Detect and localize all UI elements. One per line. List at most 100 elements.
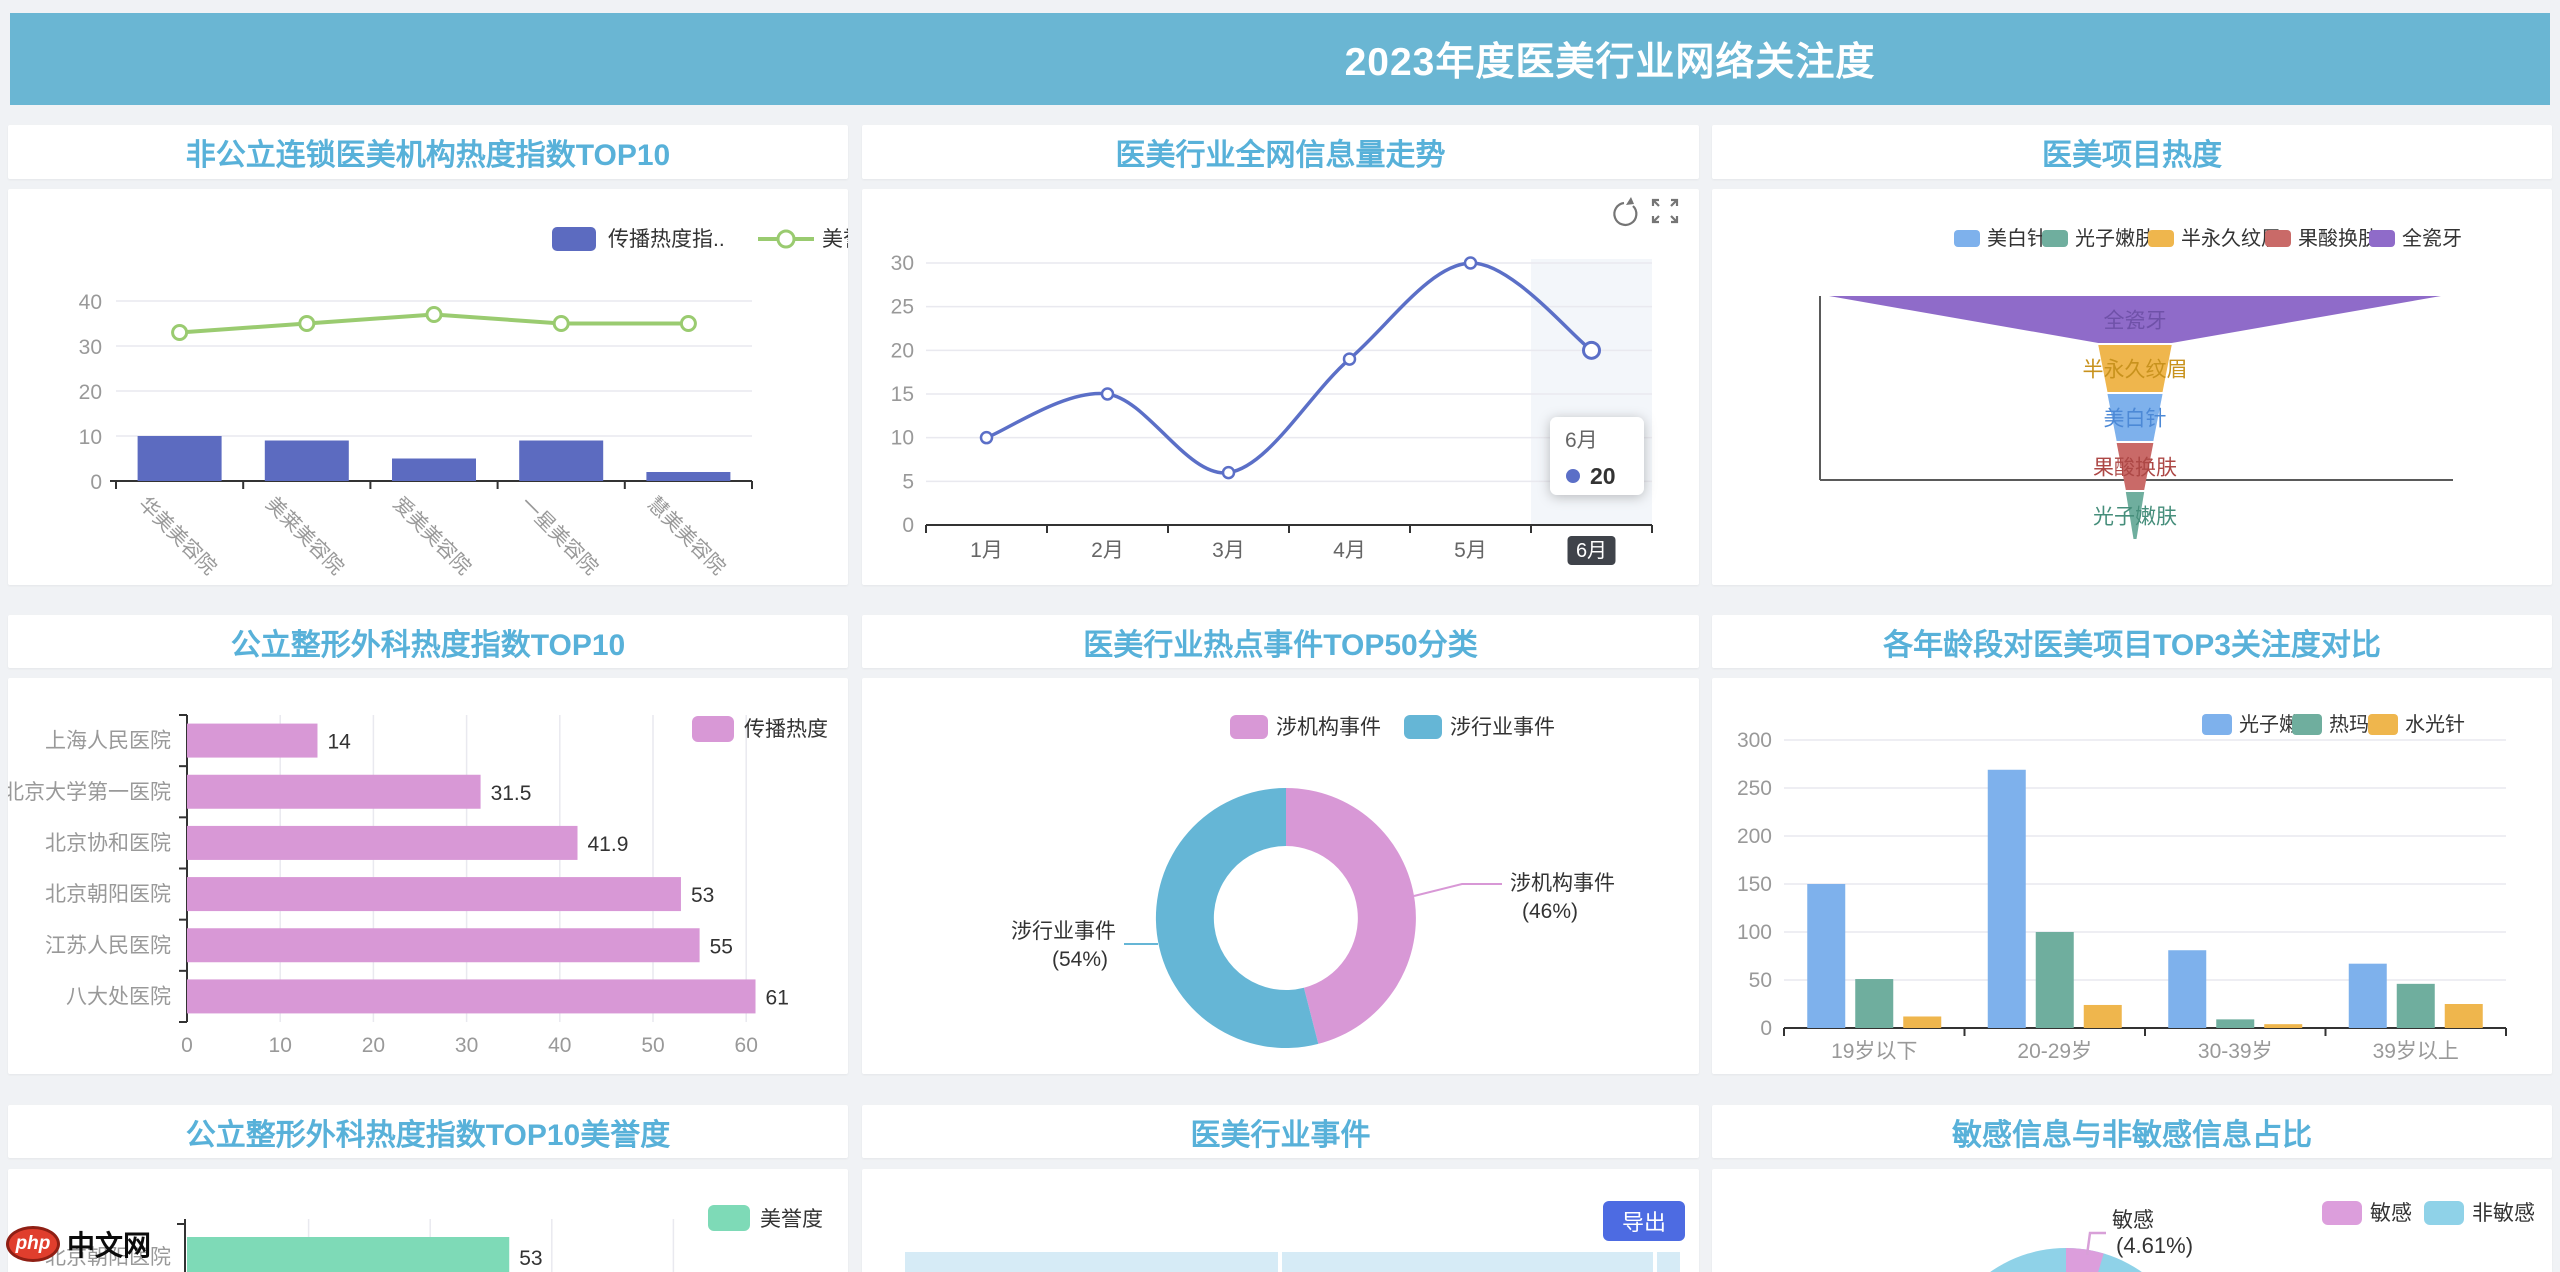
x-axis-label: 30-39岁: [2198, 1040, 2273, 1063]
x-axis-label: 3月: [1212, 539, 1245, 562]
panel-title-public-reputation: 公立整形外科热度指数TOP10美誉度: [8, 1105, 848, 1158]
legend-swatch: [2424, 1201, 2464, 1225]
x-axis-label: 一星美容院: [516, 492, 603, 579]
hot-events-donut-chart[interactable]: 涉机构事件(46%)涉行业事件(54%)涉机构事件涉行业事件: [862, 678, 1699, 1074]
bar-series[interactable]: [187, 724, 756, 1014]
panel-title-age-compare: 各年龄段对医美项目TOP3关注度对比: [1712, 615, 2552, 668]
panel-title-industry-events: 医美行业事件: [862, 1105, 1699, 1158]
bar[interactable]: [187, 1237, 509, 1272]
line-marker: [300, 317, 314, 331]
svg-text:15: 15: [891, 383, 914, 406]
svg-text:30: 30: [79, 336, 102, 359]
funnel-label: 美白针: [2104, 408, 2167, 431]
svg-text:美白针: 美白针: [1987, 227, 2047, 250]
svg-text:传播热度: 传播热度: [744, 718, 828, 741]
public-hospitals-chart-card[interactable]: 0102030405060上海人民医院14北京大学第一医院31.5北京协和医院4…: [8, 678, 848, 1074]
restore-icon[interactable]: [1614, 197, 1636, 225]
nonpublic-orgs-combo-chart[interactable]: 010203040华美美容院美莱美容院爱美美容院一星美容院慧美美容院传播热度指.…: [8, 189, 848, 585]
age-compare-chart-card[interactable]: 05010015020025030019岁以下20-29岁30-39岁39岁以上…: [1712, 678, 2552, 1074]
project-heat-funnel-chart[interactable]: 美白针光子嫩肤半永久纹眉果酸换肤全瓷牙全瓷牙半永久纹眉美白针果酸换肤光子嫩肤: [1712, 189, 2552, 585]
svg-text:20: 20: [79, 381, 102, 404]
svg-text:果酸换肤: 果酸换肤: [2298, 227, 2378, 250]
bar: [138, 436, 222, 481]
category-label: 八大处医院: [66, 985, 171, 1008]
svg-text:美誉度: 美誉度: [760, 1208, 823, 1231]
svg-text:50: 50: [1749, 969, 1772, 992]
bar-series[interactable]: [1807, 770, 2483, 1028]
svg-text:(4.61%): (4.61%): [2116, 1233, 2193, 1258]
panel-title-text: 敏感信息与非敏感信息占比: [1952, 1110, 2312, 1154]
legend-swatch: [2202, 714, 2232, 735]
pie-series[interactable]: [1156, 788, 1416, 1048]
bar: [2397, 984, 2435, 1028]
hot-events-chart-card[interactable]: 涉机构事件(46%)涉行业事件(54%)涉机构事件涉行业事件: [862, 678, 1699, 1074]
info-trend-chart-card[interactable]: 0510152025301月2月3月4月5月6月6月20: [862, 189, 1699, 585]
public-hospitals-hbar-chart[interactable]: 0102030405060上海人民医院14北京大学第一医院31.5北京协和医院4…: [8, 678, 848, 1074]
category-label: 江苏人民医院: [45, 934, 171, 957]
bar: [2264, 1024, 2302, 1028]
x-axis-label: 39岁以上: [2373, 1040, 2459, 1063]
sensitive-ratio-chart-card[interactable]: 敏感(4.61%)敏感非敏感: [1712, 1169, 2552, 1272]
category-label: 北京大学第一医院: [8, 781, 171, 804]
value-label: 53: [691, 884, 714, 907]
line-marker: [1465, 258, 1476, 269]
line-marker: [1223, 467, 1234, 478]
panel-title-text: 医美项目热度: [2042, 130, 2222, 174]
svg-text:非敏感: 非敏感: [2472, 1202, 2535, 1225]
value-label: 53: [519, 1247, 542, 1270]
panel-title-public-hospitals: 公立整形外科热度指数TOP10: [8, 615, 848, 668]
panel-title-project-heat: 医美项目热度: [1712, 125, 2552, 179]
svg-text:0: 0: [902, 514, 914, 537]
bar: [187, 928, 700, 962]
svg-text:300: 300: [1737, 729, 1772, 752]
legend[interactable]: 传播热度指..美誉度: [552, 227, 848, 251]
legend[interactable]: 传播热度: [692, 716, 828, 742]
bar: [519, 441, 603, 482]
legend-swatch: [708, 1205, 750, 1231]
table-header-cell: [905, 1252, 1278, 1272]
panel-title-info-trend: 医美行业全网信息量走势: [862, 125, 1699, 179]
info-trend-line-chart[interactable]: 0510152025301月2月3月4月5月6月6月20: [862, 189, 1699, 585]
bar: [1855, 979, 1893, 1028]
bar: [2445, 1004, 2483, 1028]
funnel-series[interactable]: 全瓷牙半永久纹眉美白针果酸换肤光子嫩肤: [1829, 296, 2441, 539]
legend-swatch: [552, 227, 596, 251]
legend-swatch: [2369, 230, 2395, 247]
line-series: [987, 263, 1592, 473]
svg-text:10: 10: [79, 426, 102, 449]
bar-series[interactable]: [138, 436, 731, 481]
svg-text:水光针: 水光针: [2405, 713, 2465, 736]
funnel-label: 全瓷牙: [2104, 310, 2167, 333]
bar: [1988, 770, 2026, 1028]
banner: 2023年度医美行业网络关注度: [10, 13, 2550, 105]
svg-text:5: 5: [902, 470, 914, 493]
bar: [187, 826, 578, 860]
age-compare-grouped-bar-chart[interactable]: 05010015020025030019岁以下20-29岁30-39岁39岁以上…: [1712, 678, 2552, 1074]
line-marker: [1102, 389, 1113, 400]
legend[interactable]: 敏感 非敏感: [2322, 1201, 2535, 1225]
legend-swatch: [1404, 715, 1442, 739]
svg-text:10: 10: [891, 427, 914, 450]
x-axis-label: 30: [455, 1034, 478, 1057]
panel-title-text: 各年龄段对医美项目TOP3关注度对比: [1883, 620, 2381, 664]
legend[interactable]: 美誉度: [708, 1205, 823, 1231]
svg-text:(54%): (54%): [1052, 948, 1108, 971]
bar: [265, 441, 349, 482]
funnel-label: 果酸换肤: [2093, 457, 2177, 480]
x-axis-label: 20-29岁: [2017, 1040, 2092, 1063]
svg-text:传播热度指..: 传播热度指..: [608, 228, 725, 251]
legend[interactable]: 美白针光子嫩肤半永久纹眉果酸换肤全瓷牙: [1954, 227, 2462, 250]
pie-label: 敏感: [2112, 1209, 2154, 1232]
export-button[interactable]: 导出: [1603, 1201, 1685, 1241]
panel-title-sensitive-ratio: 敏感信息与非敏感信息占比: [1712, 1105, 2552, 1158]
pie-slice[interactable]: [2066, 1248, 2104, 1272]
project-heat-chart-card[interactable]: 美白针光子嫩肤半永久纹眉果酸换肤全瓷牙全瓷牙半永久纹眉美白针果酸换肤光子嫩肤: [1712, 189, 2552, 585]
nonpublic-orgs-chart-card[interactable]: 010203040华美美容院美莱美容院爱美美容院一星美容院慧美美容院传播热度指.…: [8, 189, 848, 585]
legend[interactable]: 涉机构事件涉行业事件: [1230, 715, 1555, 739]
legend-swatch: [2148, 230, 2174, 247]
sensitive-ratio-pie-chart[interactable]: 敏感(4.61%)敏感非敏感: [1712, 1169, 2552, 1272]
fullscreen-icon[interactable]: [1653, 200, 1677, 222]
svg-text:敏感: 敏感: [2370, 1202, 2412, 1225]
legend[interactable]: 光子嫩肤热玛吉水光针: [2202, 713, 2465, 736]
svg-text:涉机构事件: 涉机构事件: [1276, 716, 1381, 739]
